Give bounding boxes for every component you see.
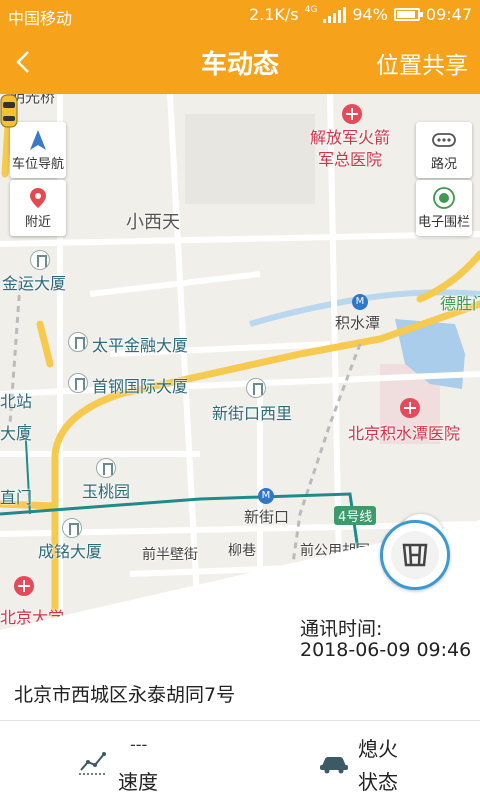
car-navigation-button[interactable]: 车位导航 [10,122,66,178]
car-brand-button[interactable] [380,520,450,590]
nearby-button[interactable]: 附近 [10,180,66,236]
location-share-button[interactable]: 位置共享 [376,46,468,80]
subway-line-badge: 4号线 [334,506,377,525]
map-label: 积水潭 [335,314,381,332]
map-label: 成铭大厦 [38,542,103,561]
geofence-icon [433,187,455,209]
app-screen: 中国移动 2.1K/s 4G 94% 09:47 车动态 位置共享 明光桥 解放… [0,0,480,800]
speed-chart-icon [79,752,107,775]
map-label: 解放军火箭 [310,128,391,147]
building-icon [62,518,82,538]
speed-value: --- [130,735,148,754]
map-pin-icon [30,188,46,208]
map-label: 大厦 [0,424,33,443]
engine-state-label: 状态 [358,770,398,794]
comm-time-label: 通讯时间: [300,618,383,640]
speed-label: 速度 [118,770,158,794]
car-marker-icon[interactable] [0,94,18,128]
network-type: 4G [304,5,318,15]
status-bar: 中国移动 2.1K/s 4G 94% 09:47 [0,0,480,30]
traffic-icon [432,133,456,147]
traffic-button[interactable]: 路况 [416,122,472,178]
map-label: 小西天 [126,212,180,233]
app-header: 车动态 位置共享 [0,30,480,94]
signal-icon [323,6,347,23]
status-right: 2.1K/s 4G 94% 09:47 [249,5,472,24]
map-label: 金运大厦 [2,274,67,293]
subway-icon: M [258,488,274,504]
comm-time-value: 2018-06-09 09:46 [300,639,472,661]
engine-state-value: 熄火 [358,737,398,761]
geofence-label: 电子围栏 [417,215,470,230]
honda-logo-icon [391,531,439,579]
car-status-icon [320,757,348,774]
map-label: 前半壁街 [142,547,198,563]
navigation-arrow-icon [30,130,46,150]
car-navigation-label: 车位导航 [11,157,64,172]
map-label: 直门 [0,488,33,507]
building-icon [68,332,88,352]
car-address: 北京市西城区永泰胡同7号 [14,684,236,706]
map-label: 新街口西里 [212,404,293,423]
building-icon [96,458,116,478]
map-label: 北站 [0,392,33,411]
map-label: 北京积水潭医院 [348,424,461,443]
clock: 09:47 [425,5,472,24]
hospital-icon [14,576,34,596]
nearby-label: 附近 [24,215,51,230]
building-icon [68,373,88,393]
building-icon [30,250,50,270]
battery-icon [393,8,423,21]
building-icon [246,378,266,398]
hospital-icon [400,398,420,418]
map-label: 德胜门 [440,294,480,313]
map-label: 新街口 [244,508,290,526]
geofence-button[interactable]: 电子围栏 [416,180,472,236]
map-label: 柳巷 [228,543,256,559]
divider [0,720,480,721]
battery-percent: 94% [352,5,388,24]
map-label: 军总医院 [318,150,383,169]
traffic-label: 路况 [430,157,457,172]
subway-icon: M [352,294,368,310]
carrier-name: 中国移动 [8,9,73,28]
hospital-icon [342,104,362,124]
map-label: 首钢国际大厦 [92,377,189,396]
map-label: 玉桃园 [82,482,131,501]
net-speed: 2.1K/s [248,5,299,24]
map-label: 太平金融大厦 [92,336,189,355]
